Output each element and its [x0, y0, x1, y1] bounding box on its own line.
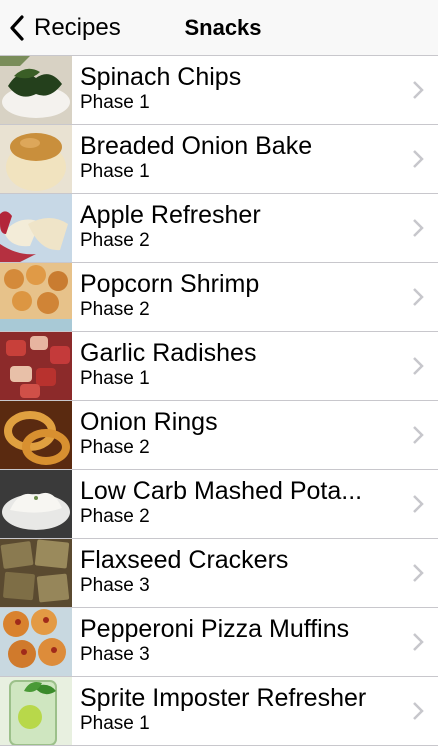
recipe-title: Spinach Chips	[80, 63, 242, 91]
recipe-phase: Phase 2	[80, 437, 150, 458]
recipe-phase: Phase 3	[80, 575, 150, 596]
chevron-right-icon	[413, 81, 424, 99]
recipe-list: Spinach Chips Phase 1 Breaded Onion Bake…	[0, 56, 438, 746]
chevron-right-icon	[413, 495, 424, 513]
recipe-phase: Phase 2	[80, 506, 150, 527]
recipe-row-garlic-radishes[interactable]: Garlic Radishes Phase 1	[0, 332, 438, 401]
onion-rings-photo	[0, 401, 72, 469]
recipe-row-spinach-chips[interactable]: Spinach Chips Phase 1	[0, 56, 438, 125]
recipe-row-popcorn-shrimp[interactable]: Popcorn Shrimp Phase 2	[0, 263, 438, 332]
recipe-phase: Phase 1	[80, 92, 150, 113]
crackers-photo	[0, 539, 72, 607]
nav-bar: Recipes Snacks	[0, 0, 438, 56]
recipe-title: Flaxseed Crackers	[80, 546, 289, 574]
recipe-row-flaxseed-crackers[interactable]: Flaxseed Crackers Phase 3	[0, 539, 438, 608]
recipe-phase: Phase 2	[80, 230, 150, 251]
spinach-chips-photo	[0, 56, 72, 124]
chevron-right-icon	[413, 564, 424, 582]
recipe-row-low-carb-mashed[interactable]: Low Carb Mashed Pota... Phase 2	[0, 470, 438, 539]
chevron-right-icon	[413, 357, 424, 375]
shrimp-photo	[0, 263, 72, 331]
recipe-title: Garlic Radishes	[80, 339, 257, 367]
drink-photo	[0, 677, 72, 745]
recipe-title: Onion Rings	[80, 408, 218, 436]
recipe-title: Low Carb Mashed Pota...	[80, 477, 363, 505]
recipe-phase: Phase 2	[80, 299, 150, 320]
recipe-row-sprite-imposter-refresher[interactable]: Sprite Imposter Refresher Phase 1	[0, 677, 438, 746]
chevron-right-icon	[413, 219, 424, 237]
recipe-row-onion-rings[interactable]: Onion Rings Phase 2	[0, 401, 438, 470]
recipe-title: Sprite Imposter Refresher	[80, 684, 367, 712]
chevron-right-icon	[413, 633, 424, 651]
recipe-phase: Phase 1	[80, 713, 150, 734]
recipe-title: Breaded Onion Bake	[80, 132, 313, 160]
mashed-photo	[0, 470, 72, 538]
chevron-right-icon	[413, 288, 424, 306]
recipe-row-pepperoni-pizza-muffins[interactable]: Pepperoni Pizza Muffins Phase 3	[0, 608, 438, 677]
chevron-right-icon	[413, 426, 424, 444]
recipe-row-breaded-onion-bake[interactable]: Breaded Onion Bake Phase 1	[0, 125, 438, 194]
recipe-title: Pepperoni Pizza Muffins	[80, 615, 350, 643]
chevron-right-icon	[413, 702, 424, 720]
chevron-right-icon	[413, 150, 424, 168]
recipe-row-apple-refresher[interactable]: Apple Refresher Phase 2	[0, 194, 438, 263]
recipe-phase: Phase 1	[80, 161, 150, 182]
onion-bake-photo	[0, 125, 72, 193]
muffins-photo	[0, 608, 72, 676]
recipe-title: Apple Refresher	[80, 201, 261, 229]
recipe-phase: Phase 1	[80, 368, 150, 389]
page-title: Snacks	[184, 15, 262, 40]
apple-photo	[0, 194, 72, 262]
recipe-phase: Phase 3	[80, 644, 150, 665]
radishes-photo	[0, 332, 72, 400]
recipe-title: Popcorn Shrimp	[80, 270, 260, 298]
